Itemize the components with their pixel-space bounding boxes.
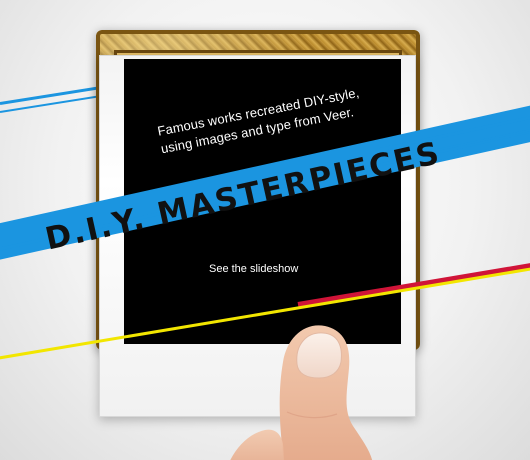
- see-slideshow-link[interactable]: See the slideshow: [209, 263, 298, 275]
- promo-banner: Famous works recreated DIY-style, using …: [0, 0, 530, 460]
- hand-holding-photo-icon: [230, 325, 373, 460]
